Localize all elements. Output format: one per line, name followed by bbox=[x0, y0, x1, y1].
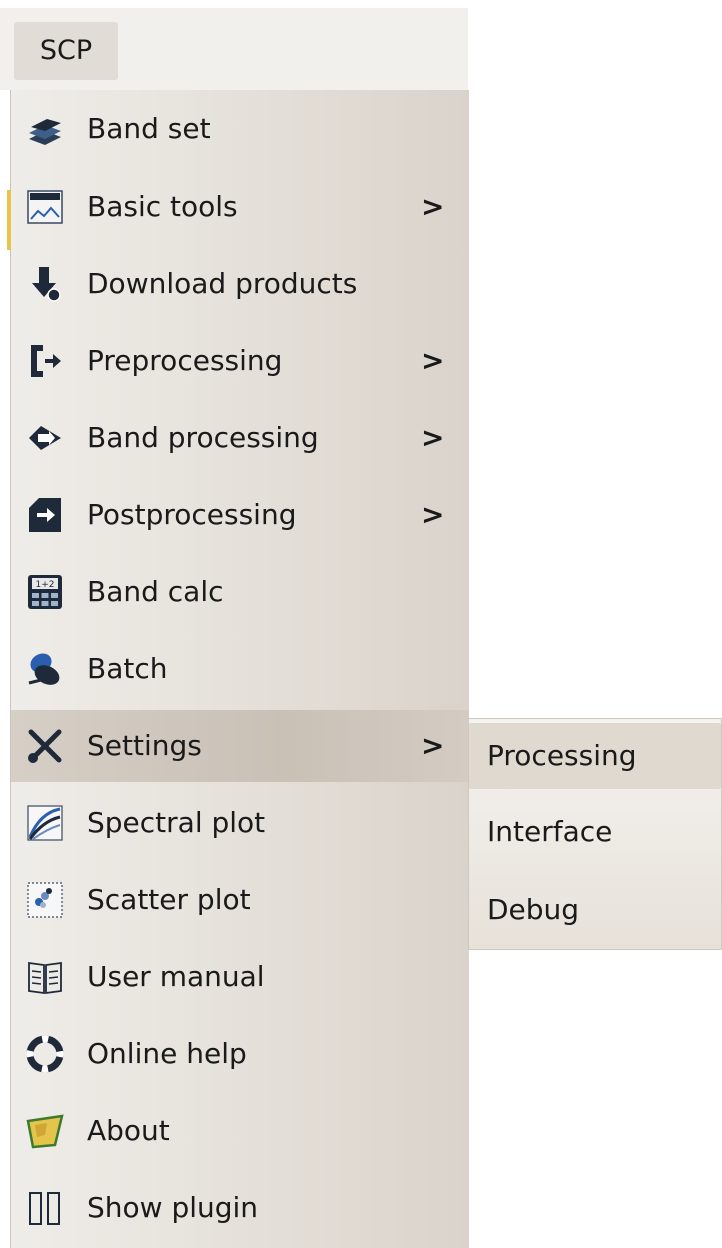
basic-tools-icon bbox=[25, 187, 65, 227]
submenu-item-debug[interactable]: Debug bbox=[469, 877, 721, 943]
chevron-right-icon: > bbox=[421, 729, 445, 762]
preprocessing-icon bbox=[25, 341, 65, 381]
scatter-plot-icon bbox=[25, 880, 65, 920]
menu-item-show-plugin[interactable]: Show plugin bbox=[11, 1172, 469, 1244]
download-icon bbox=[25, 264, 65, 304]
menu-item-user-manual[interactable]: User manual bbox=[11, 941, 469, 1013]
postprocessing-icon bbox=[25, 495, 65, 535]
menu-item-spectral-plot[interactable]: Spectral plot bbox=[11, 787, 469, 859]
submenu-item-processing[interactable]: Processing bbox=[469, 723, 721, 789]
chevron-right-icon: > bbox=[421, 190, 445, 223]
help-lifebuoy-icon bbox=[25, 1034, 65, 1074]
settings-submenu: Processing Interface Debug bbox=[468, 718, 722, 950]
menu-item-preprocessing[interactable]: Preprocessing > bbox=[11, 325, 469, 397]
show-plugin-icon bbox=[25, 1188, 65, 1228]
svg-text:1+2: 1+2 bbox=[36, 580, 55, 590]
menu-item-band-set[interactable]: Band set bbox=[11, 93, 469, 165]
scp-dropdown-menu: Band set Basic tools > Download products… bbox=[7, 90, 469, 1248]
menu-item-scatter-plot[interactable]: Scatter plot bbox=[11, 864, 469, 936]
calculator-icon: 1+2 bbox=[25, 572, 65, 612]
band-processing-icon bbox=[25, 418, 65, 458]
band-set-icon bbox=[25, 109, 65, 149]
manual-book-icon bbox=[25, 957, 65, 997]
submenu-item-interface[interactable]: Interface bbox=[469, 799, 721, 865]
menu-item-settings[interactable]: Settings > bbox=[11, 710, 469, 782]
about-map-icon bbox=[25, 1111, 65, 1151]
menu-item-batch[interactable]: Batch bbox=[11, 633, 469, 705]
menu-item-online-help[interactable]: Online help bbox=[11, 1018, 469, 1090]
settings-tools-icon bbox=[25, 726, 65, 766]
menu-item-postprocessing[interactable]: Postprocessing > bbox=[11, 479, 469, 551]
menu-item-about[interactable]: About bbox=[11, 1095, 469, 1167]
menu-item-download-products[interactable]: Download products bbox=[11, 248, 469, 320]
menu-item-band-processing[interactable]: Band processing > bbox=[11, 402, 469, 474]
batch-icon bbox=[25, 649, 65, 689]
scp-menu-button[interactable]: SCP bbox=[14, 22, 118, 80]
spectral-plot-icon bbox=[25, 803, 65, 843]
chevron-right-icon: > bbox=[421, 344, 445, 377]
menu-item-band-calc[interactable]: 1+2 Band calc bbox=[11, 556, 469, 628]
menu-item-basic-tools[interactable]: Basic tools > bbox=[11, 171, 469, 243]
chevron-right-icon: > bbox=[421, 498, 445, 531]
chevron-right-icon: > bbox=[421, 421, 445, 454]
